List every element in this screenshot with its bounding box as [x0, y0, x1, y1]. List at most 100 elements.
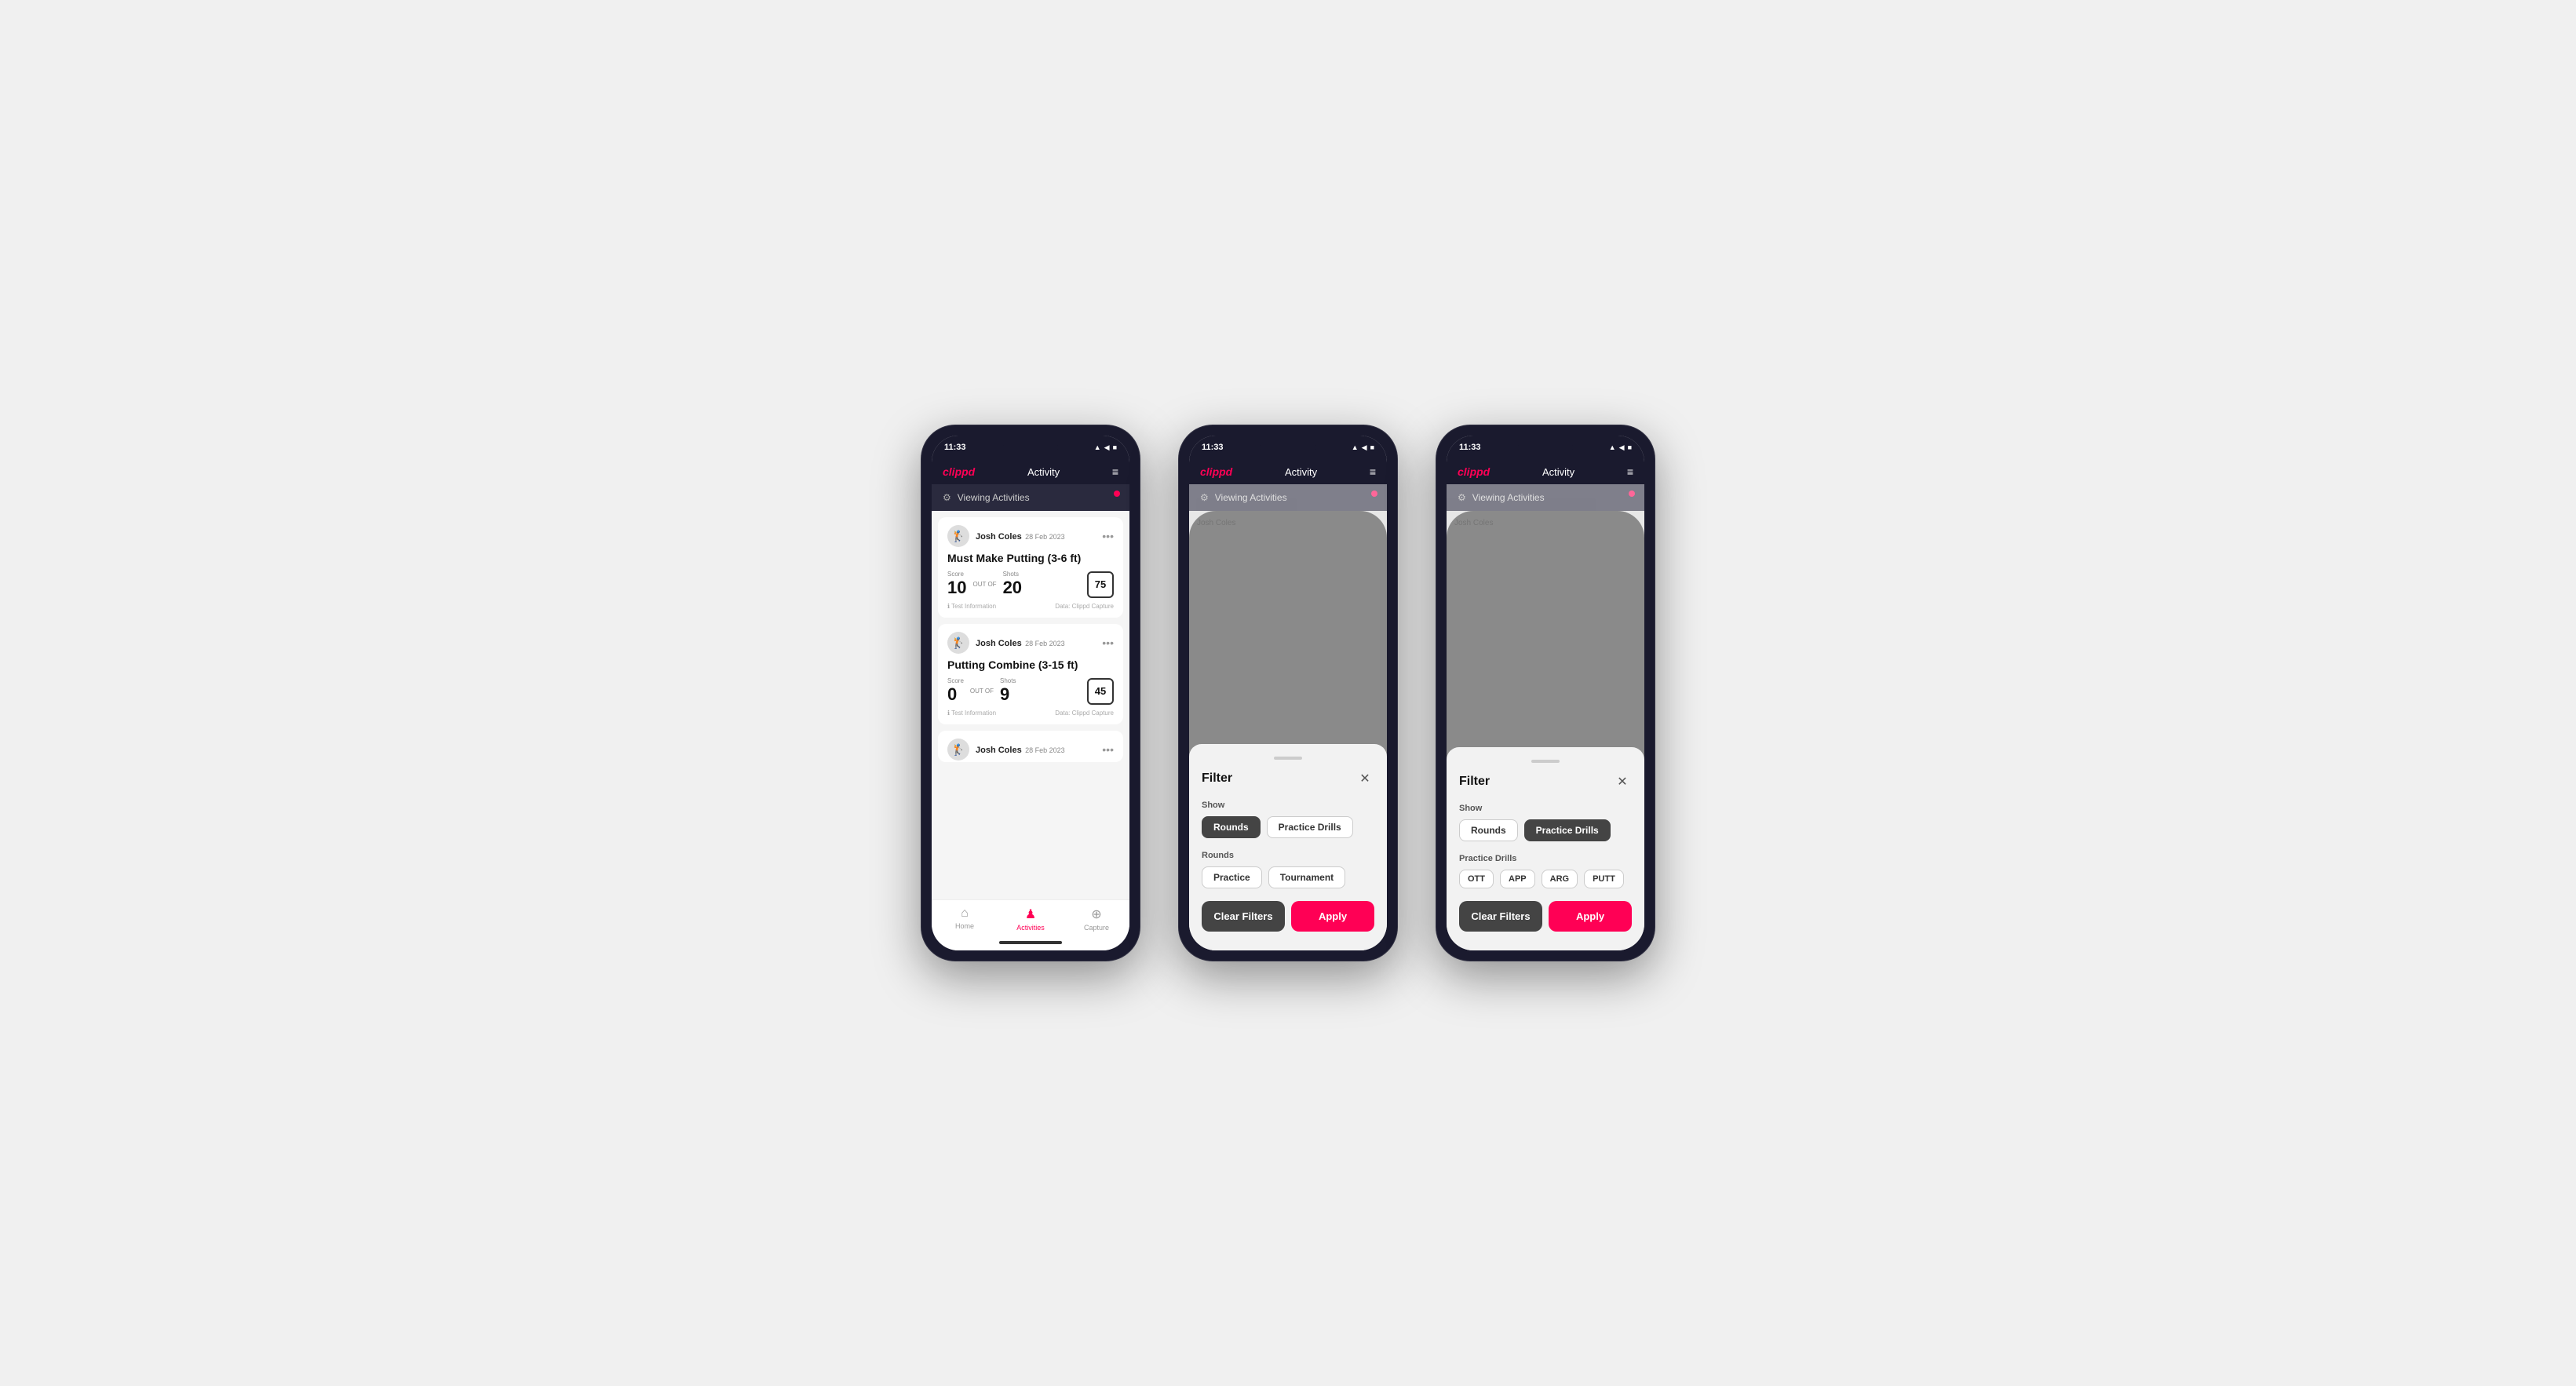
activities-icon-1: ♟: [1025, 906, 1036, 922]
signal-icon-3: ▲: [1609, 443, 1616, 451]
menu-icon-2[interactable]: ≡: [1370, 465, 1376, 478]
home-icon-1: ⌂: [961, 906, 969, 921]
card-title-1: Must Make Putting (3-6 ft): [947, 552, 1114, 564]
filter-sheet-2: Filter ✕ Show Rounds Practice Drills Rou…: [1189, 744, 1387, 950]
menu-icon-3[interactable]: ≡: [1627, 465, 1633, 478]
out-of-1: OUT OF: [972, 581, 996, 588]
stats-row-1: Score 10 OUT OF Shots 20 75: [947, 571, 1114, 598]
notch-1: 11:33 ▲ ◀ ■: [932, 436, 1129, 459]
out-of-2: OUT OF: [970, 688, 994, 695]
header-title-3: Activity: [1542, 466, 1574, 478]
logo-1: clippd: [943, 465, 975, 478]
card-header-3: 🏌 Josh Coles 28 Feb 2023 •••: [947, 739, 1114, 760]
feed-1: 🏌 Josh Coles 28 Feb 2023 ••• Must Make P…: [932, 511, 1129, 899]
filter-header-3: Filter ✕: [1459, 772, 1632, 791]
viewing-bar-1[interactable]: ⚙ Viewing Activities: [932, 484, 1129, 511]
app-header-2: clippd Activity ≡: [1189, 459, 1387, 484]
practice-drills-toggle-2[interactable]: Practice Drills: [1267, 816, 1353, 838]
score-label-1: Score: [947, 571, 966, 578]
putt-btn-3[interactable]: PUTT: [1584, 870, 1624, 888]
menu-icon-1[interactable]: ≡: [1112, 465, 1118, 478]
clear-filters-btn-3[interactable]: Clear Filters: [1459, 901, 1542, 932]
score-value-1: 10: [947, 578, 966, 597]
show-label-2: Show: [1202, 801, 1374, 810]
viewing-bar-2[interactable]: ⚙ Viewing Activities: [1189, 484, 1387, 511]
sq-value-2: 45: [1095, 685, 1106, 697]
capture-label-1: Capture: [1084, 924, 1109, 932]
user-info-1: 🏌 Josh Coles 28 Feb 2023: [947, 525, 1065, 547]
wifi-icon-1: ◀: [1104, 443, 1110, 452]
home-bar-line-1: [999, 941, 1062, 944]
more-dots-2[interactable]: •••: [1102, 636, 1114, 649]
nav-activities-1[interactable]: ♟ Activities: [998, 906, 1064, 932]
phone-1-content: 🏌 Josh Coles 28 Feb 2023 ••• Must Make P…: [932, 511, 1129, 950]
filter-close-3[interactable]: ✕: [1613, 772, 1632, 791]
viewing-bar-3[interactable]: ⚙ Viewing Activities: [1447, 484, 1644, 511]
battery-icon-3: ■: [1628, 443, 1632, 451]
phone-1-screen: 11:33 ▲ ◀ ■ clippd Activity ≡ ⚙ Viewing …: [932, 436, 1129, 950]
status-icons-3: ▲ ◀ ■: [1609, 443, 1632, 452]
apply-btn-3[interactable]: Apply: [1549, 901, 1632, 932]
sq-badge-1: 75: [1087, 571, 1114, 598]
activity-card-2[interactable]: 🏌 Josh Coles 28 Feb 2023 ••• Putting Com…: [938, 624, 1123, 724]
status-icons-1: ▲ ◀ ■: [1094, 443, 1117, 452]
filter-overlay-3: Filter ✕ Show Rounds Practice Drills Pra…: [1447, 511, 1644, 950]
rounds-options-2: Practice Tournament: [1202, 866, 1374, 888]
user-details-3: Josh Coles 28 Feb 2023: [976, 742, 1065, 757]
rounds-toggle-3[interactable]: Rounds: [1459, 819, 1518, 841]
activity-card-1[interactable]: 🏌 Josh Coles 28 Feb 2023 ••• Must Make P…: [938, 517, 1123, 618]
practice-round-btn-2[interactable]: Practice: [1202, 866, 1262, 888]
user-details-2: Josh Coles 28 Feb 2023: [976, 636, 1065, 650]
practice-drills-options-3: OTT APP ARG PUTT: [1459, 870, 1632, 888]
nav-home-1[interactable]: ⌂ Home: [932, 906, 998, 932]
filter-title-3: Filter: [1459, 775, 1490, 789]
phone-3-content: Josh Coles Filter ✕ Show Rounds Practice: [1447, 511, 1644, 950]
practice-section-label-3: Practice Drills: [1459, 854, 1632, 863]
stats-row-2: Score 0 OUT OF Shots 9 45: [947, 677, 1114, 705]
filter-close-2[interactable]: ✕: [1356, 769, 1374, 788]
filter-icon-3: ⚙: [1458, 492, 1466, 503]
filter-icon-2: ⚙: [1200, 492, 1209, 503]
battery-icon-2: ■: [1370, 443, 1374, 451]
red-dot-1: [1114, 491, 1120, 497]
rounds-toggle-2[interactable]: Rounds: [1202, 816, 1261, 838]
notch-3: 11:33 ▲ ◀ ■: [1447, 436, 1644, 459]
card-header-1: 🏌 Josh Coles 28 Feb 2023 •••: [947, 525, 1114, 547]
red-dot-3: [1629, 491, 1635, 497]
nav-capture-1[interactable]: ⊕ Capture: [1064, 906, 1129, 932]
ott-btn-3[interactable]: OTT: [1459, 870, 1494, 888]
header-title-2: Activity: [1285, 466, 1317, 478]
activities-label-1: Activities: [1016, 924, 1045, 932]
filter-actions-3: Clear Filters Apply: [1459, 901, 1632, 932]
notch-pill-3: [1518, 440, 1573, 454]
show-options-2: Rounds Practice Drills: [1202, 816, 1374, 838]
notch-pill-2: [1261, 440, 1315, 454]
app-btn-3[interactable]: APP: [1500, 870, 1535, 888]
card-title-2: Putting Combine (3-15 ft): [947, 658, 1114, 671]
red-dot-2: [1371, 491, 1377, 497]
viewing-label-3: Viewing Activities: [1472, 492, 1545, 503]
more-dots-3[interactable]: •••: [1102, 743, 1114, 756]
arg-btn-3[interactable]: ARG: [1542, 870, 1578, 888]
capture-icon-1: ⊕: [1091, 906, 1101, 922]
info-1: ℹ Test Information: [947, 603, 996, 610]
score-label-2: Score: [947, 677, 964, 684]
tournament-btn-2[interactable]: Tournament: [1268, 866, 1345, 888]
avatar-3: 🏌: [947, 739, 969, 760]
apply-btn-2[interactable]: Apply: [1291, 901, 1374, 932]
filter-icon-1: ⚙: [943, 492, 951, 503]
info-2: ℹ Test Information: [947, 709, 996, 717]
user-details-1: Josh Coles 28 Feb 2023: [976, 529, 1065, 543]
notch-2: 11:33 ▲ ◀ ■: [1189, 436, 1387, 459]
practice-drills-toggle-3[interactable]: Practice Drills: [1524, 819, 1611, 841]
header-title-1: Activity: [1027, 466, 1060, 478]
more-dots-1[interactable]: •••: [1102, 530, 1114, 542]
filter-handle-3: [1531, 760, 1560, 763]
shots-value-1: 20: [1003, 578, 1022, 597]
logo-2: clippd: [1200, 465, 1232, 478]
time-1: 11:33: [944, 443, 966, 452]
clear-filters-btn-2[interactable]: Clear Filters: [1202, 901, 1285, 932]
viewing-label-2: Viewing Activities: [1215, 492, 1287, 503]
activity-card-3[interactable]: 🏌 Josh Coles 28 Feb 2023 •••: [938, 731, 1123, 762]
sq-value-1: 75: [1095, 578, 1106, 590]
